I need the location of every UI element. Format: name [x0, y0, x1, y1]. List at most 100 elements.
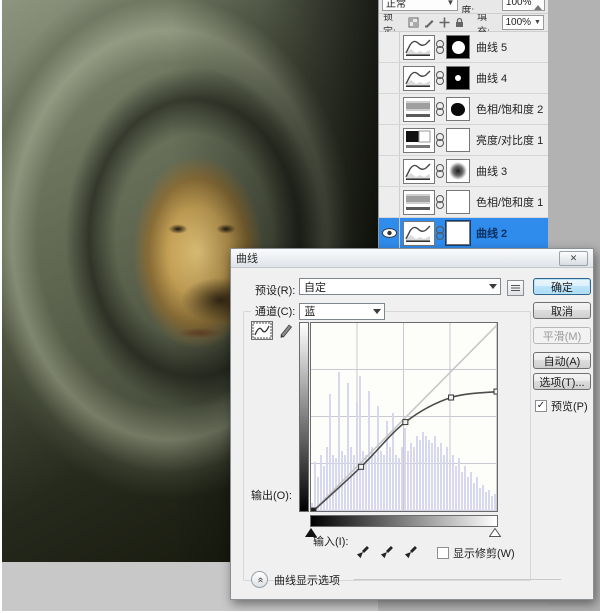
gray-point-eyedropper[interactable] [377, 542, 397, 561]
mask-link-icon[interactable] [435, 164, 445, 178]
check-icon: ✓ [537, 401, 545, 411]
lock-all-icon[interactable] [454, 17, 465, 29]
preset-options-button[interactable] [507, 280, 524, 296]
layers-panel: 正常 ▼ 不透明度: 100% 锁定: 填充: [378, 0, 548, 272]
adjustment-thumbnail[interactable] [403, 97, 435, 122]
layer-mask-thumbnail[interactable] [446, 35, 470, 59]
layer-name: 曲线 5 [476, 39, 507, 55]
black-point-eyedropper[interactable] [353, 542, 373, 561]
lock-row: 锁定: 填充: 100% ▼ [379, 14, 548, 32]
draw-curve-tool[interactable] [278, 321, 296, 340]
ok-button[interactable]: 确定 [533, 278, 591, 295]
layer-row[interactable]: 色相/饱和度 1 [379, 187, 548, 218]
layer-row[interactable]: 曲线 5 [379, 32, 548, 63]
cancel-button[interactable]: 取消 [533, 302, 591, 319]
visibility-toggle[interactable] [379, 32, 400, 62]
preset-label: 预设(R): [255, 282, 295, 298]
layer-mask-thumbnail[interactable] [446, 159, 470, 183]
layer-row[interactable]: 曲线 3 [379, 156, 548, 187]
chevron-down-icon: ▼ [534, 19, 541, 26]
smooth-button: 平滑(M) [533, 327, 591, 344]
scroll-up-icon[interactable] [534, 5, 542, 10]
layer-name: 色相/饱和度 1 [476, 194, 543, 210]
blend-mode-value: 正常 [386, 0, 406, 10]
curve-point [359, 464, 364, 469]
adjustment-thumbnail[interactable] [403, 190, 435, 215]
preview-checkbox[interactable]: ✓ [535, 400, 547, 412]
adjustment-thumbnail[interactable] [403, 66, 435, 91]
options-button[interactable]: 选项(T)... [533, 373, 591, 390]
curve-point [403, 420, 408, 425]
brightness-contrast-thumbnail-icon [404, 129, 432, 150]
channel-legend: 通道(C): 蓝 [251, 302, 385, 320]
fill-value: 100% [505, 17, 531, 28]
preset-dropdown[interactable]: 自定 [299, 278, 501, 295]
input-label: 输入(I): [313, 533, 348, 549]
dialog-titlebar[interactable]: 曲线 ✕ [231, 249, 593, 268]
expander-button[interactable]: « [251, 571, 268, 588]
chevron-down-icon [489, 284, 497, 289]
blend-mode-row: 正常 ▼ 不透明度: 100% [379, 0, 548, 14]
lock-pixels-icon[interactable] [424, 17, 435, 29]
highlight-input-slider[interactable] [489, 528, 501, 537]
photoshop-screenshot: 正常 ▼ 不透明度: 100% 锁定: 填充: [0, 0, 600, 613]
visibility-toggle[interactable] [379, 125, 400, 155]
layer-row[interactable]: 色相/饱和度 2 [379, 94, 548, 125]
curve-tool-icon [252, 322, 272, 339]
preset-value: 自定 [304, 279, 326, 295]
adjustment-thumbnail[interactable] [403, 221, 435, 246]
mask-link-icon[interactable] [435, 195, 445, 209]
edit-points-tool[interactable] [251, 321, 273, 340]
curve-display-options-row: « 曲线显示选项 [251, 571, 575, 588]
layer-mask-thumbnail[interactable] [446, 66, 470, 90]
layer-name: 曲线 4 [476, 70, 507, 86]
layer-row[interactable]: 亮度/对比度 1 [379, 125, 548, 156]
layer-row[interactable]: 曲线 2 [379, 218, 548, 249]
visibility-toggle[interactable] [379, 187, 400, 217]
visibility-toggle[interactable] [379, 156, 400, 186]
visibility-toggle[interactable] [379, 218, 400, 248]
white-point-eyedropper[interactable] [401, 542, 421, 561]
preview-checkbox-row[interactable]: ✓ 预览(P) [535, 398, 588, 414]
layer-name: 曲线 2 [476, 225, 507, 241]
eyedropper-icon [379, 544, 395, 560]
layer-mask-thumbnail[interactable] [446, 221, 470, 245]
adjustment-thumbnail[interactable] [403, 159, 435, 184]
layer-mask-thumbnail[interactable] [446, 97, 470, 121]
layer-mask-thumbnail[interactable] [446, 190, 470, 214]
double-chevron-icon: « [255, 577, 265, 583]
layer-row[interactable]: 曲线 4 [379, 63, 548, 94]
lock-transparency-icon[interactable] [408, 17, 419, 29]
curve-point [494, 389, 498, 394]
preview-label: 预览(P) [551, 398, 588, 414]
channel-dropdown[interactable]: 蓝 [299, 303, 385, 320]
layer-name: 曲线 3 [476, 163, 507, 179]
auto-button[interactable]: 自动(A) [533, 352, 591, 369]
curve-graph[interactable] [310, 322, 498, 512]
channel-value: 蓝 [304, 303, 315, 319]
layer-mask-thumbnail[interactable] [446, 128, 470, 152]
curve-point [449, 395, 454, 400]
close-button[interactable]: ✕ [559, 251, 588, 266]
visibility-toggle[interactable] [379, 94, 400, 124]
fill-field[interactable]: 100% ▼ [502, 15, 544, 30]
visibility-toggle[interactable] [379, 63, 400, 93]
chevron-down-icon: ▼ [446, 0, 454, 7]
mask-link-icon[interactable] [435, 133, 445, 147]
mask-link-icon[interactable] [435, 226, 445, 240]
show-clipping-checkbox[interactable]: ✓ [437, 547, 449, 559]
show-clipping-row[interactable]: ✓ 显示修剪(W) [437, 545, 515, 561]
lock-position-icon[interactable] [439, 17, 450, 29]
opacity-value: 100% [506, 0, 532, 8]
mask-link-icon[interactable] [435, 40, 445, 54]
blend-mode-select[interactable]: 正常 ▼ [382, 0, 458, 11]
channel-label: 通道(C): [255, 303, 295, 319]
pencil-icon [278, 321, 294, 338]
mask-link-icon[interactable] [435, 71, 445, 85]
curves-thumbnail-icon [404, 36, 432, 57]
adjustment-thumbnail[interactable] [403, 128, 435, 153]
mask-link-icon[interactable] [435, 102, 445, 116]
separator-line [354, 579, 561, 580]
output-gradient-bar [299, 322, 309, 512]
adjustment-thumbnail[interactable] [403, 35, 435, 60]
